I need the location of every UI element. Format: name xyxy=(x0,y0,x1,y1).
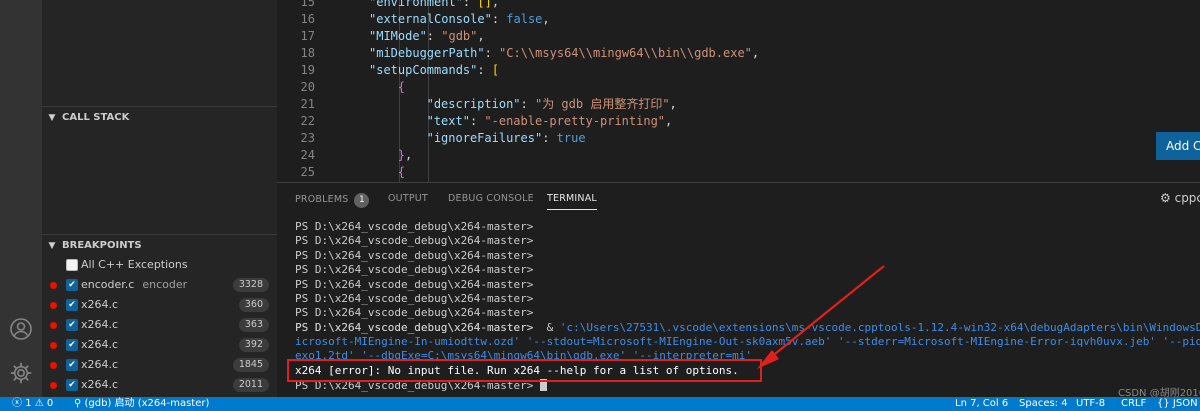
braces-icon: {} xyxy=(1157,398,1170,409)
cursor-position[interactable]: Ln 7, Col 6 xyxy=(955,397,1008,411)
debug-session-status[interactable]: ⚲ (gdb) 启动 (x264-master) xyxy=(74,397,209,411)
language-mode[interactable]: {} JSON xyxy=(1157,397,1198,411)
status-bar: ⓧ 1 ⚠ 0 ⚲ (gdb) 启动 (x264-master) Ln 7, C… xyxy=(0,397,1200,411)
error-icon: ⓧ xyxy=(12,398,22,409)
warning-icon: ⚠ xyxy=(34,398,44,409)
debug-icon: ⚲ xyxy=(74,398,82,409)
annotation-arrow-icon xyxy=(757,265,885,369)
encoding-status[interactable]: UTF-8 xyxy=(1076,397,1105,411)
problems-status[interactable]: ⓧ 1 ⚠ 0 xyxy=(12,397,53,411)
indentation-status[interactable]: Spaces: 4 xyxy=(1019,397,1068,411)
eol-status[interactable]: CRLF xyxy=(1121,397,1146,411)
